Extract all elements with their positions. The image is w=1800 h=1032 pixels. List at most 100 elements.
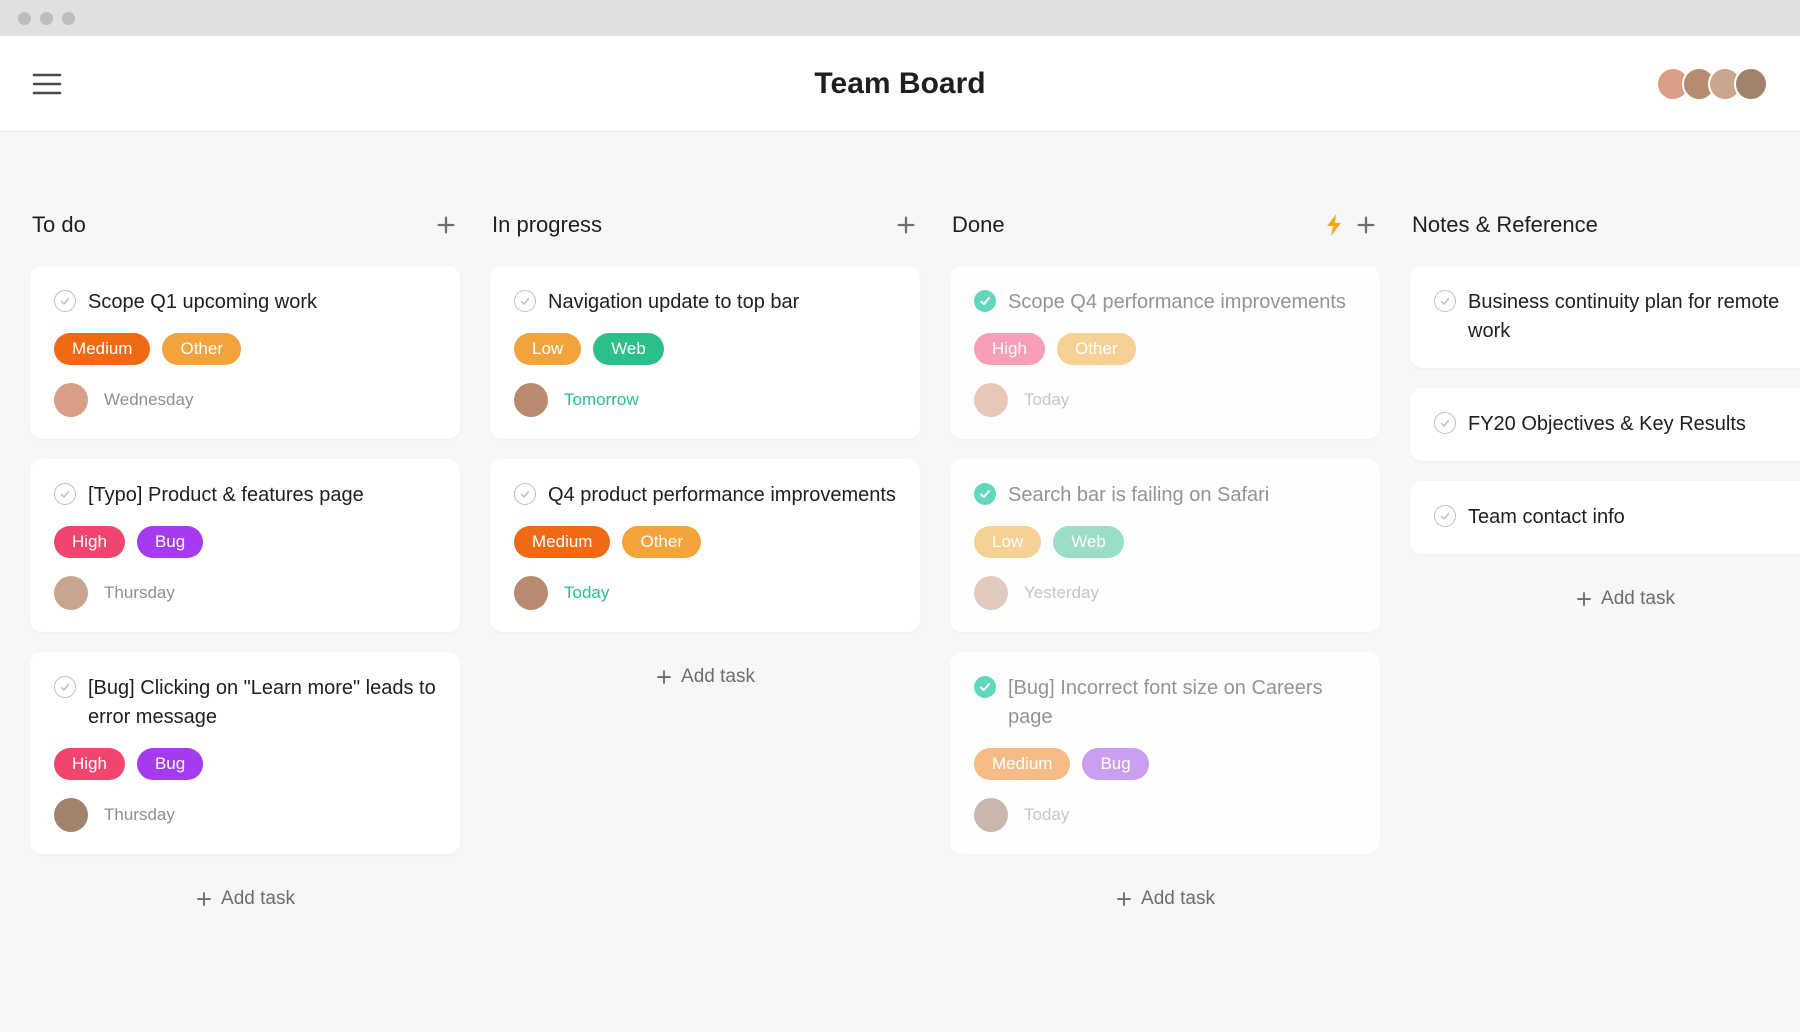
card-title: Scope Q4 performance improvements [1008, 288, 1346, 317]
task-card[interactable]: [Typo] Product & features page High Bug Thu… [30, 459, 460, 632]
card-header: [Bug] Incorrect font size on Careers pag… [974, 674, 1356, 732]
tag-row: Medium Other [514, 526, 896, 558]
traffic-light-close[interactable] [18, 12, 31, 25]
card-title: [Bug] Incorrect font size on Careers pag… [1008, 674, 1356, 732]
kanban-board: To doScope Q1 upcoming workMediumOtherWe… [0, 132, 1800, 954]
task-card[interactable]: FY20 Objectives & Key Results [1410, 388, 1800, 461]
complete-toggle[interactable] [54, 483, 76, 505]
tag[interactable]: Bug [137, 526, 203, 558]
tag[interactable]: Bug [1082, 748, 1148, 780]
tag-row: High Bug [54, 526, 436, 558]
due-date: Yesterday [1024, 583, 1099, 603]
add-task-label: Add task [681, 666, 755, 688]
card-title: FY20 Objectives & Key Results [1468, 410, 1746, 439]
complete-toggle[interactable] [1434, 505, 1456, 527]
due-date: Thursday [104, 805, 175, 825]
card-header: Scope Q1 upcoming work [54, 288, 436, 317]
card-meta: Thursday [54, 798, 436, 832]
due-date: Today [1024, 805, 1069, 825]
due-date: Thursday [104, 583, 175, 603]
add-task-button[interactable]: Add task [1410, 574, 1800, 624]
task-card[interactable]: Q4 product performance improvements Mediu… [490, 459, 920, 632]
add-task-button[interactable]: Add task [950, 874, 1380, 924]
add-task-label: Add task [1601, 588, 1675, 610]
card-title: Navigation update to top bar [548, 288, 799, 317]
complete-toggle[interactable] [54, 290, 76, 312]
column-title: Notes & Reference [1412, 212, 1598, 238]
tag[interactable]: Other [1057, 333, 1136, 365]
traffic-light-minimize[interactable] [40, 12, 53, 25]
assignee-avatar[interactable] [974, 576, 1008, 610]
add-card-button[interactable] [1354, 213, 1378, 237]
card-header: Team contact info [1434, 503, 1800, 532]
task-card[interactable]: Business continuity plan for remote work [1410, 266, 1800, 368]
tag-row: Medium Other [54, 333, 436, 365]
task-card[interactable]: Team contact info [1410, 481, 1800, 554]
card-title: Business continuity plan for remote work [1468, 288, 1800, 346]
complete-toggle[interactable] [54, 676, 76, 698]
tag-row: Medium Bug [974, 748, 1356, 780]
window-titlebar [0, 0, 1800, 36]
assignee-avatar[interactable] [974, 383, 1008, 417]
card-header: [Bug] Clicking on "Learn more" leads to … [54, 674, 436, 732]
assignee-avatar[interactable] [54, 798, 88, 832]
column-actions [894, 213, 918, 237]
assignee-avatar[interactable] [514, 576, 548, 610]
tag[interactable]: Web [593, 333, 664, 365]
complete-toggle[interactable] [974, 290, 996, 312]
add-card-button[interactable] [434, 213, 458, 237]
complete-toggle[interactable] [514, 483, 536, 505]
card-meta: Yesterday [974, 576, 1356, 610]
avatar[interactable] [1734, 67, 1768, 101]
assignee-avatar[interactable] [54, 576, 88, 610]
task-card[interactable]: Navigation update to top bar Low Web Tomorr… [490, 266, 920, 439]
add-task-button[interactable]: Add task [30, 874, 460, 924]
add-card-button[interactable] [894, 213, 918, 237]
tag[interactable]: Low [974, 526, 1041, 558]
due-date: Today [1024, 390, 1069, 410]
complete-toggle[interactable] [1434, 412, 1456, 434]
complete-toggle[interactable] [974, 676, 996, 698]
tag[interactable]: Bug [137, 748, 203, 780]
card-header: Q4 product performance improvements [514, 481, 896, 510]
board-column: Notes & Reference Business continuity pla… [1410, 212, 1800, 624]
due-date: Tomorrow [564, 390, 639, 410]
tag[interactable]: Medium [514, 526, 610, 558]
menu-button[interactable] [32, 72, 62, 96]
tag[interactable]: High [54, 526, 125, 558]
tag[interactable]: Other [162, 333, 241, 365]
task-card[interactable]: Search bar is failing on SafariLowWebYes… [950, 459, 1380, 632]
tag[interactable]: Other [622, 526, 701, 558]
due-date: Wednesday [104, 390, 193, 410]
task-card[interactable]: [Bug] Clicking on "Learn more" leads to … [30, 652, 460, 854]
column-actions [1324, 213, 1378, 237]
card-meta: Today [974, 383, 1356, 417]
assignee-avatar[interactable] [514, 383, 548, 417]
card-header: [Typo] Product & features page [54, 481, 436, 510]
add-task-label: Add task [1141, 888, 1215, 910]
tag[interactable]: Medium [54, 333, 150, 365]
member-avatars[interactable] [1656, 67, 1768, 101]
complete-toggle[interactable] [514, 290, 536, 312]
complete-toggle[interactable] [974, 483, 996, 505]
tag[interactable]: Low [514, 333, 581, 365]
card-header: Business continuity plan for remote work [1434, 288, 1800, 346]
assignee-avatar[interactable] [54, 383, 88, 417]
tag[interactable]: Medium [974, 748, 1070, 780]
task-card[interactable]: Scope Q4 performance improvements High Oth… [950, 266, 1380, 439]
add-task-button[interactable]: Add task [490, 652, 920, 702]
card-meta: Today [974, 798, 1356, 832]
tag-row: High Other [974, 333, 1356, 365]
task-card[interactable]: Scope Q1 upcoming work Medium Other Wednesd… [30, 266, 460, 439]
rules-bolt-icon[interactable] [1324, 213, 1344, 237]
assignee-avatar[interactable] [974, 798, 1008, 832]
board-column: To doScope Q1 upcoming workMediumOtherWe… [30, 212, 460, 924]
tag[interactable]: High [54, 748, 125, 780]
tag[interactable]: Web [1053, 526, 1124, 558]
tag[interactable]: High [974, 333, 1045, 365]
column-header: In progress [490, 212, 920, 238]
complete-toggle[interactable] [1434, 290, 1456, 312]
card-title: Scope Q1 upcoming work [88, 288, 317, 317]
traffic-light-zoom[interactable] [62, 12, 75, 25]
task-card[interactable]: [Bug] Incorrect font size on Careers pag… [950, 652, 1380, 854]
